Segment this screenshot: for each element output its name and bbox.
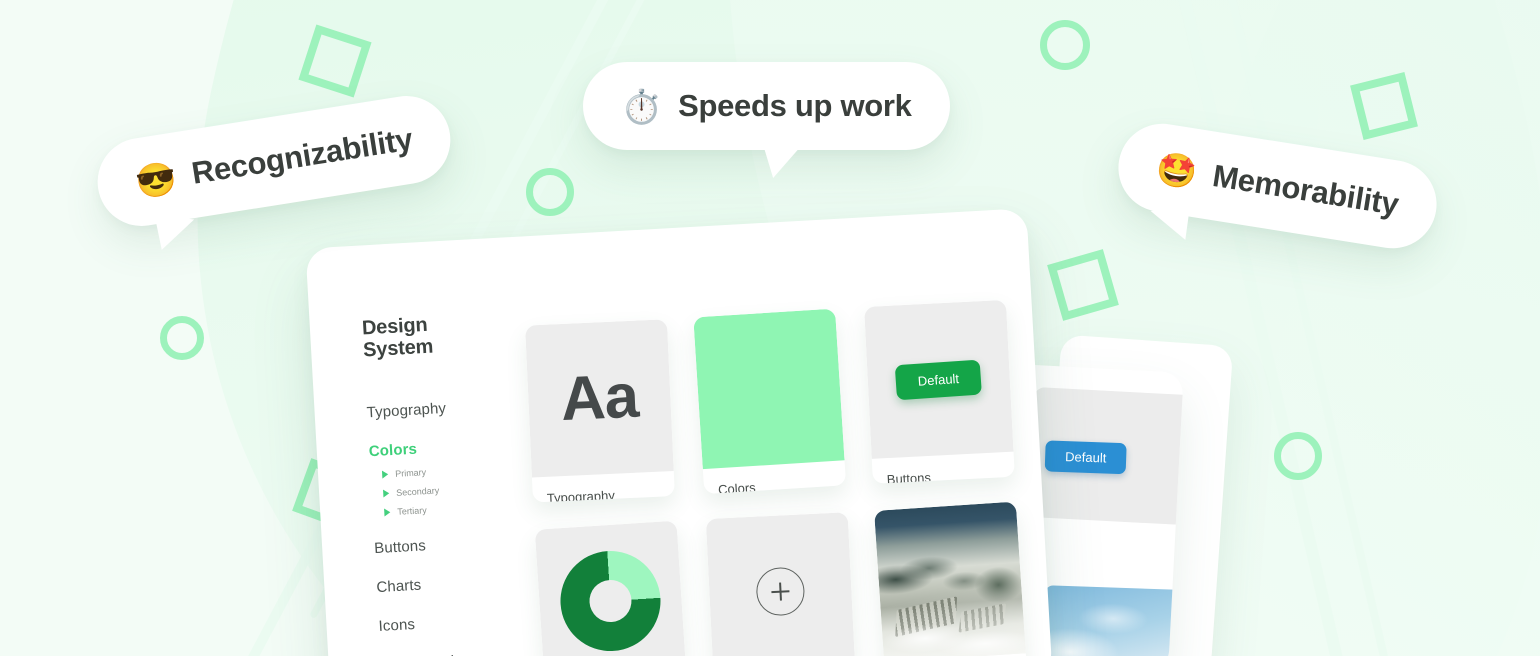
tile-typography[interactable]: Aa Typography: [525, 319, 675, 503]
sidebar-subitem-secondary[interactable]: Secondary: [383, 482, 503, 499]
design-system-title: Design System: [361, 313, 434, 362]
decorative-circle-shape: [1274, 432, 1322, 480]
bubble-speeds-up-work: ⏱️ Speeds up work: [583, 62, 950, 178]
tile-buttons-preview: Default: [864, 299, 1014, 459]
bubble-text: Speeds up work: [678, 88, 912, 123]
sidebar-subitem-label: Tertiary: [396, 504, 428, 517]
color-swatch-primary: [693, 308, 845, 470]
default-button[interactable]: Default: [895, 359, 983, 400]
tile-icons[interactable]: Icons: [705, 512, 857, 656]
tile-colors[interactable]: Colors: [693, 308, 847, 495]
smiling-face-with-sunglasses-emoji: 😎: [132, 158, 180, 202]
plus-circle-icon: [755, 566, 806, 617]
tile-typography-preview: Aa: [525, 319, 674, 478]
tile-icons-preview: [705, 512, 856, 656]
stopwatch-emoji: ⏱️: [621, 87, 663, 125]
tile-charts[interactable]: Charts: [534, 520, 688, 656]
decorative-circle-shape: [160, 316, 204, 360]
donut-chart: [557, 547, 664, 655]
star-struck-emoji: 🤩: [1153, 148, 1200, 192]
sidebar-subitem-label: Primary: [394, 466, 427, 479]
tile-buttons[interactable]: Default Buttons: [864, 299, 1015, 484]
sidebar-subitem-tertiary[interactable]: Tertiary: [384, 501, 504, 518]
photography-preview-image: [874, 501, 1026, 656]
design-system-sidebar: Design System Typography Colors Primary …: [361, 296, 516, 656]
background-default-button[interactable]: Default: [1044, 440, 1127, 475]
sidebar-subitem-primary[interactable]: Primary: [381, 463, 502, 480]
design-system-tile-grid: Aa Typography Colors Default Buttons Cha…: [522, 268, 1028, 656]
tile-photography[interactable]: Photography: [874, 501, 1028, 656]
triangle-bullet-icon: [384, 507, 391, 517]
photo-field-detail: [895, 596, 958, 638]
photo-field-detail: [958, 603, 1007, 633]
decorative-circle-shape: [1040, 20, 1090, 70]
illustration-canvas: Default ns Design System Typography Colo…: [0, 0, 1540, 656]
background-tile-photography: [1041, 585, 1184, 656]
sidebar-item-typography[interactable]: Typography: [366, 397, 499, 421]
bubble-text: Memorability: [1210, 158, 1402, 222]
sidebar-item-buttons[interactable]: Buttons: [374, 533, 507, 557]
sidebar-item-photography[interactable]: Photography: [380, 649, 513, 656]
sidebar-subitem-label: Secondary: [395, 485, 440, 498]
sidebar-subitem-list: Primary Secondary Tertiary: [381, 463, 504, 518]
sidebar-item-colors[interactable]: Colors: [368, 436, 501, 460]
tile-charts-preview: [534, 520, 687, 656]
decorative-circle-shape: [526, 168, 574, 216]
sidebar-item-icons[interactable]: Icons: [378, 610, 511, 635]
typography-sample-glyph: Aa: [559, 361, 640, 435]
sidebar-item-charts[interactable]: Charts: [376, 572, 509, 595]
triangle-bullet-icon: [383, 489, 390, 498]
triangle-bullet-icon: [381, 470, 389, 479]
design-system-card: Design System Typography Colors Primary …: [305, 208, 1053, 656]
bubble-text: Recognizability: [189, 121, 415, 191]
